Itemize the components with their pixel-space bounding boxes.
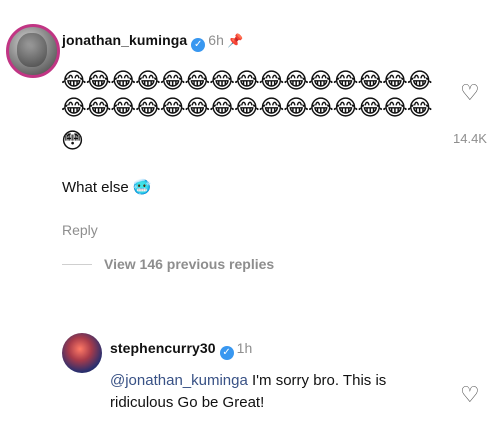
like-heart-icon[interactable]: ♡ — [460, 82, 480, 104]
replies-divider — [62, 264, 92, 265]
reply-text-line-1: I'm sorry bro. This is — [247, 372, 387, 389]
pin-icon: 📌 — [227, 33, 244, 48]
comment-time: 6h — [208, 32, 225, 48]
reply-header: stephencurry30 ✓ 1h — [110, 340, 252, 360]
avatar[interactable] — [6, 24, 60, 78]
comment-header: jonathan_kuminga ✓ 6h 📌 — [62, 32, 243, 52]
reply-username[interactable]: stephencurry30 — [110, 340, 216, 356]
comment-emoji-row-3: 😳 — [61, 128, 84, 153]
reply-button[interactable]: Reply — [62, 222, 98, 238]
cold-face-emoji: 🥶 — [132, 179, 152, 196]
reply-like-heart-icon[interactable]: ♡ — [460, 384, 480, 406]
comment-text: What else 🥶 — [62, 178, 152, 196]
view-previous-replies-link[interactable]: View 146 previous replies — [104, 256, 274, 272]
reply-text: @jonathan_kuminga I'm sorry bro. This is… — [110, 370, 386, 414]
reply-text-line-2: ridiculous Go be Great! — [110, 394, 265, 411]
reply-mention-link[interactable]: @jonathan_kuminga — [110, 372, 248, 389]
verified-icon: ✓ — [191, 38, 206, 52]
reply-avatar[interactable] — [62, 333, 102, 373]
verified-icon: ✓ — [219, 346, 234, 360]
avatar-image — [17, 33, 47, 67]
comment-emoji-row-2: 😂😂😂😂😂😂😂😂😂😂😂😂😂😂😂 — [61, 95, 433, 120]
like-count: 14.4K — [453, 131, 487, 146]
reply-time: 1h — [236, 340, 253, 356]
comment-text-body: What else — [62, 179, 129, 196]
comment-username[interactable]: jonathan_kuminga — [62, 32, 187, 48]
comment-emoji-row-1: 😂😂😂😂😂😂😂😂😂😂😂😂😂😂😂 — [61, 68, 433, 93]
